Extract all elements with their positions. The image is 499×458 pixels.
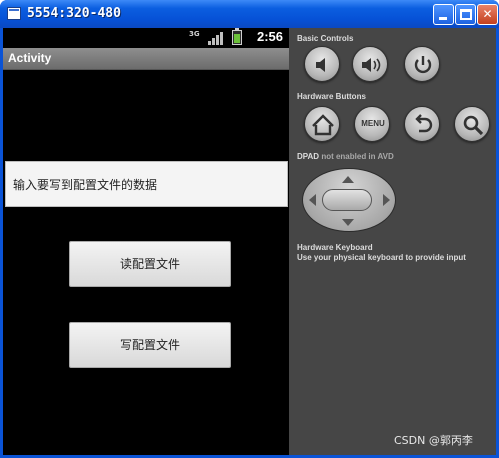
dpad[interactable] — [302, 168, 396, 232]
maximize-icon — [460, 9, 472, 20]
search-icon — [463, 115, 484, 136]
status-bar: 3G 2:56 — [3, 28, 289, 48]
volume-down-icon — [316, 58, 325, 72]
back-icon — [415, 114, 433, 133]
signal-icon — [208, 31, 224, 45]
power-icon — [414, 56, 432, 74]
volume-up-button[interactable] — [352, 46, 388, 82]
power-button[interactable] — [404, 46, 440, 82]
volume-down-button[interactable] — [304, 46, 340, 82]
title-bar[interactable]: 5554:320-480 ✕ — [0, 0, 499, 28]
dpad-up-icon[interactable] — [342, 176, 354, 183]
network-label: 3G — [189, 30, 200, 38]
app-title: Activity — [8, 51, 52, 65]
dpad-down-icon[interactable] — [342, 219, 354, 226]
close-icon: ✕ — [482, 7, 493, 21]
emulator-control-panel: Basic Controls Hardware Buttons MENU DPA… — [289, 28, 496, 455]
window-title: 5554:320-480 — [27, 6, 121, 21]
hardware-buttons-label: Hardware Buttons — [297, 92, 366, 101]
status-time: 2:56 — [257, 29, 284, 44]
dpad-note: not enabled in AVD — [321, 152, 394, 161]
config-data-input-text: 输入要写到配置文件的数据 — [13, 178, 158, 192]
home-button[interactable] — [304, 106, 340, 142]
write-config-button[interactable]: 写配置文件 — [69, 322, 231, 368]
dpad-right-icon[interactable] — [383, 194, 390, 206]
volume-up-icon — [362, 58, 381, 72]
menu-button[interactable]: MENU — [354, 106, 390, 142]
window-icon — [7, 7, 21, 20]
back-button[interactable] — [404, 106, 440, 142]
watermark: CSDN @郭丙李 — [394, 434, 473, 447]
hardware-keyboard-label: Hardware Keyboard — [297, 243, 373, 252]
dpad-label: DPAD not enabled in AVD — [297, 152, 394, 161]
config-data-input[interactable]: 输入要写到配置文件的数据 — [5, 161, 288, 207]
battery-icon — [232, 28, 242, 45]
minimize-button[interactable] — [433, 4, 454, 25]
emulator-window: 5554:320-480 ✕ 3G 2:56 Activity 输入要写到配置文… — [0, 0, 499, 458]
read-config-button[interactable]: 读配置文件 — [69, 241, 231, 287]
minimize-icon — [439, 17, 447, 20]
hardware-keyboard-note: Use your physical keyboard to provide in… — [297, 253, 466, 262]
phone-screen: 3G 2:56 Activity 输入要写到配置文件的数据 读配置文件 写配置文… — [3, 28, 289, 455]
basic-controls-label: Basic Controls — [297, 34, 354, 43]
dpad-left-icon[interactable] — [309, 194, 316, 206]
menu-icon: MENU — [361, 119, 385, 128]
home-icon — [312, 114, 334, 136]
search-button[interactable] — [454, 106, 490, 142]
app-title-bar: Activity — [3, 48, 289, 70]
dpad-label-text: DPAD — [297, 152, 320, 161]
network-3g-icon: 3G — [189, 31, 200, 38]
emulator-body: 3G 2:56 Activity 输入要写到配置文件的数据 读配置文件 写配置文… — [3, 28, 496, 455]
maximize-button[interactable] — [455, 4, 476, 25]
close-button[interactable]: ✕ — [477, 4, 498, 25]
dpad-center-button[interactable] — [322, 189, 372, 211]
